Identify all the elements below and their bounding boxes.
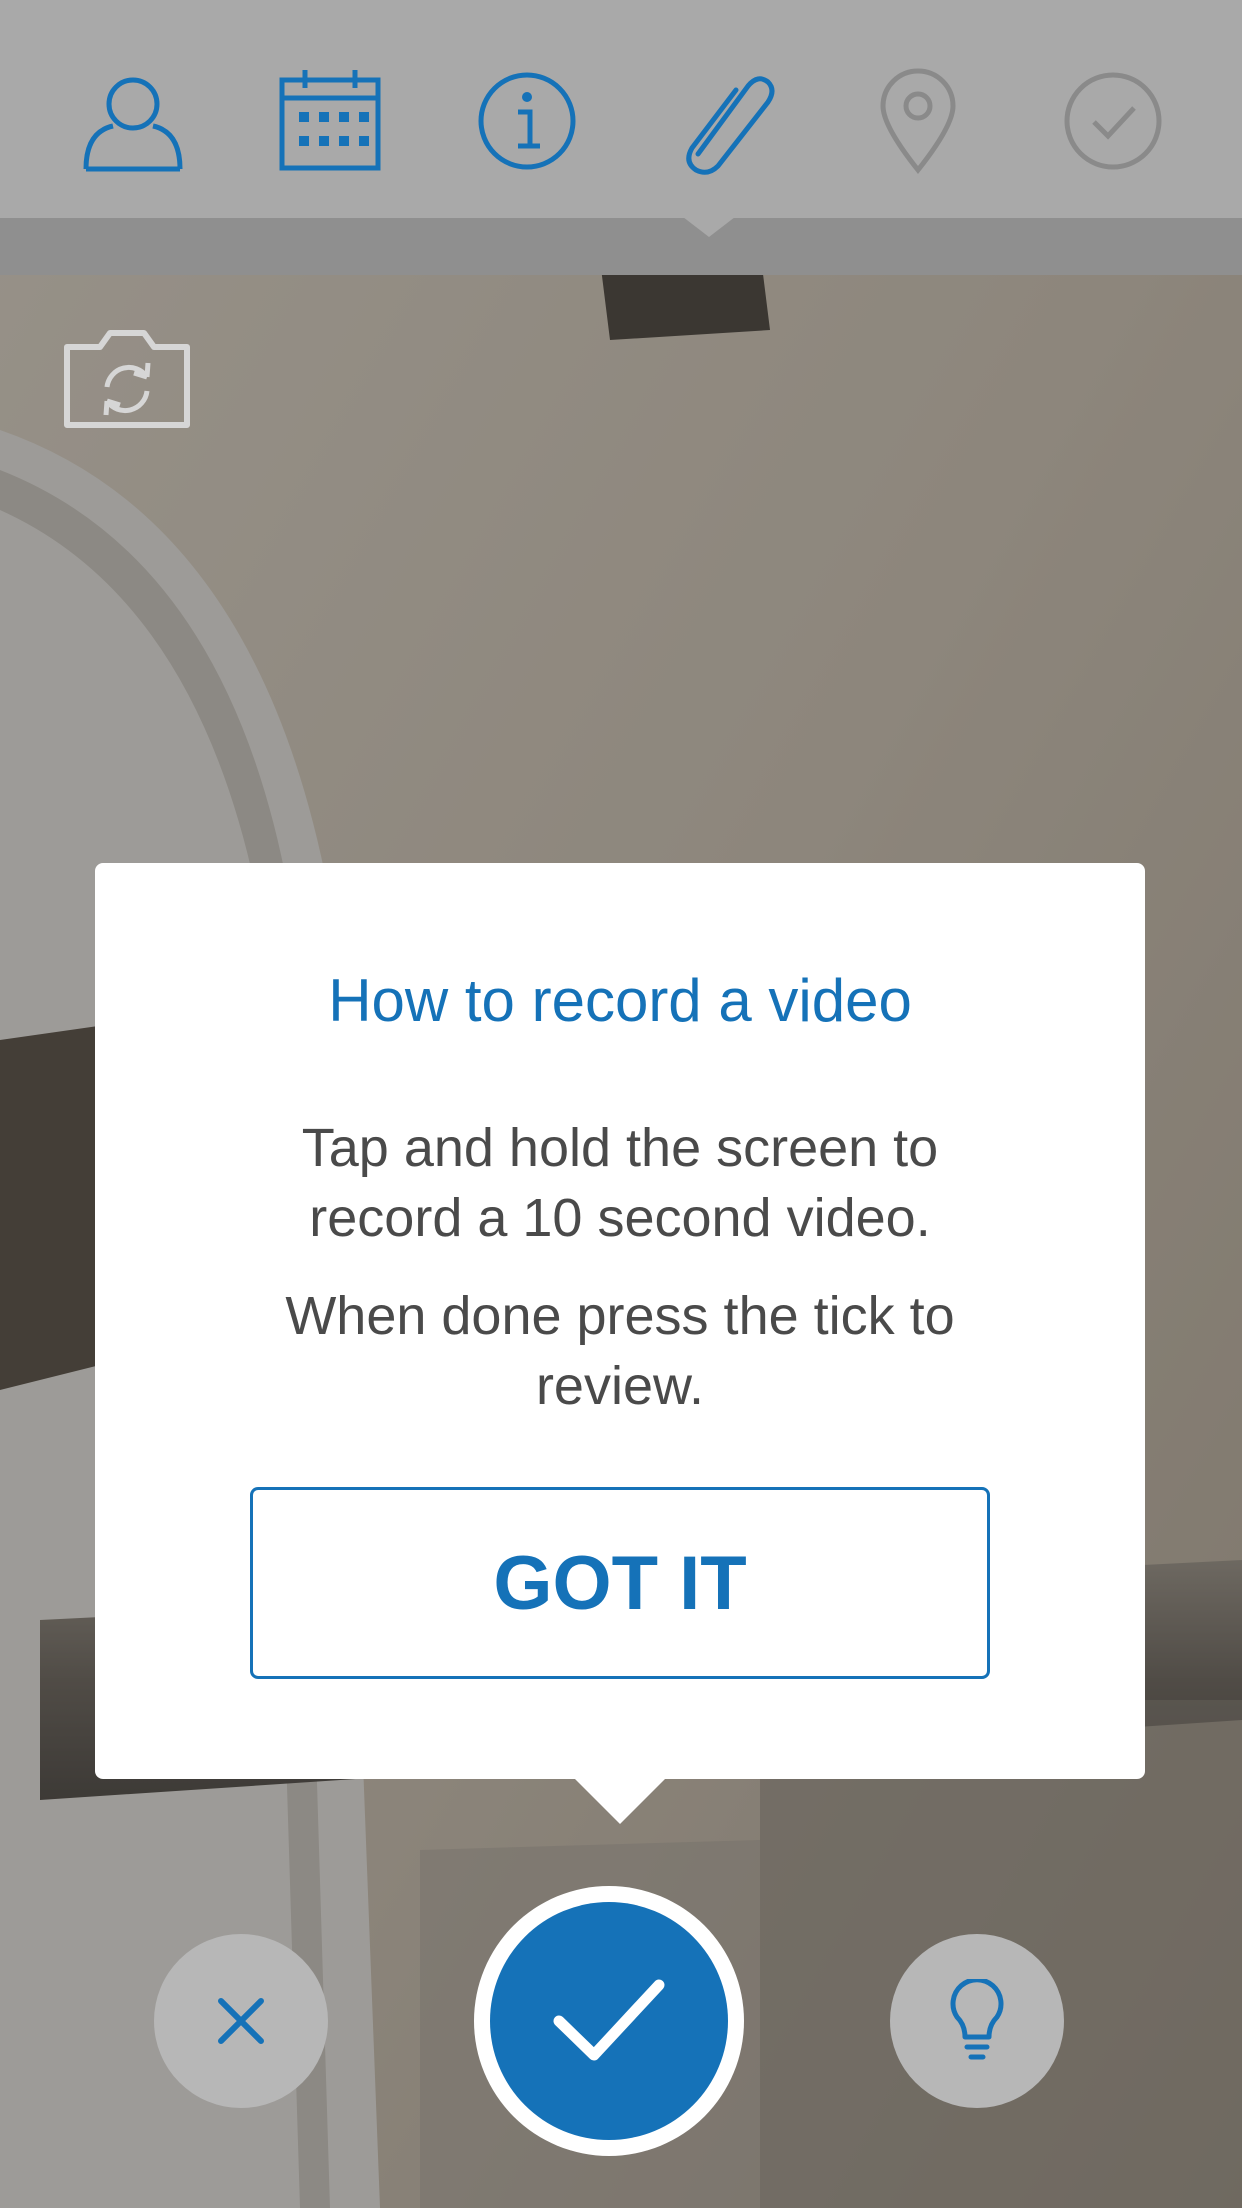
calendar-icon [279,70,381,171]
step-details[interactable] [472,66,582,176]
lightbulb-icon [950,1979,1004,2060]
got-it-button[interactable]: GOT IT [250,1487,990,1679]
tooltip-instruction-review: When done press the tick to review. [285,1286,955,1416]
info-icon [478,72,576,170]
tips-button[interactable] [890,1934,1064,2108]
tooltip-title: How to record a video [328,967,912,1034]
how-to-record-tooltip: How to record a video Tap and hold the s… [95,863,1145,1779]
paperclip-icon [686,76,775,175]
step-schedule[interactable] [275,66,385,176]
person-icon [83,77,183,172]
step-attachments[interactable] [668,66,778,176]
step-confirm[interactable] [1058,66,1168,176]
check-circle-icon [1064,72,1162,170]
close-icon [218,1998,264,2044]
tooltip-instruction-record: Tap and hold the screen to record a 10 s… [301,1118,939,1248]
current-step-indicator [683,217,735,237]
confirm-button-fill [490,1902,728,2140]
step-person[interactable] [78,66,188,176]
cancel-button[interactable] [154,1934,328,2108]
location-pin-icon [880,68,956,175]
step-bar-shadow-strip [0,218,1242,275]
video-capture-screen: How to record a video Tap and hold the s… [0,0,1242,2208]
flip-camera-icon[interactable] [62,325,192,430]
step-location[interactable] [863,66,973,176]
tooltip-pointer [574,1778,666,1824]
confirm-video-button[interactable] [474,1886,744,2156]
checkmark-icon [553,1979,665,2061]
